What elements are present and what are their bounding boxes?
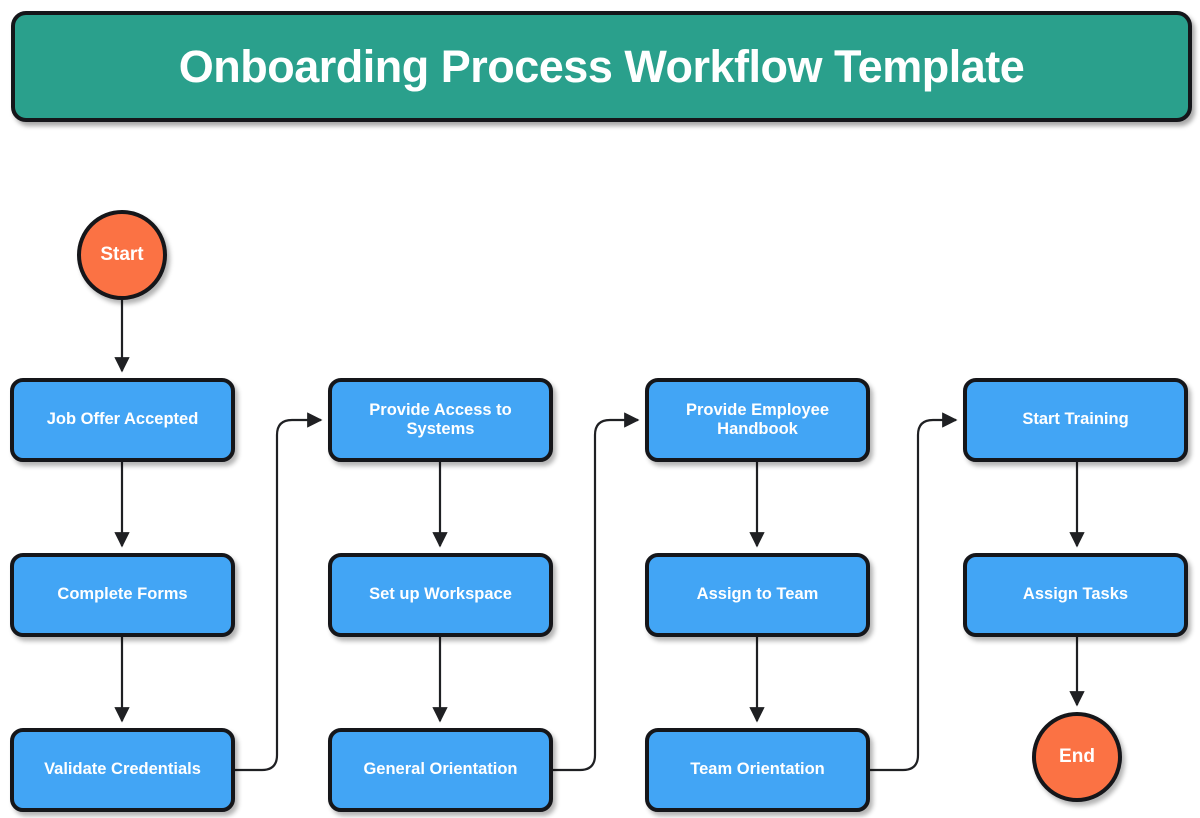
node-assign-to-team[interactable]: Assign to Team xyxy=(645,553,870,637)
edge-validate-credentials-to-provide-access xyxy=(235,412,323,772)
node-end-label: End xyxy=(1059,745,1095,767)
node-assign-tasks[interactable]: Assign Tasks xyxy=(963,553,1188,637)
node-start-training[interactable]: Start Training xyxy=(963,378,1188,462)
node-provide-access-to-systems-label: Provide Access to Systems xyxy=(369,400,512,438)
node-assign-to-team-label: Assign to Team xyxy=(696,585,819,604)
flowchart-canvas: Onboarding Process Workflow Template Sta… xyxy=(0,0,1200,818)
node-end[interactable]: End xyxy=(1032,712,1122,802)
node-provide-employee-handbook-label: Provide Employee Handbook xyxy=(685,400,830,438)
node-validate-credentials[interactable]: Validate Credentials xyxy=(10,728,235,812)
node-complete-forms-label: Complete Forms xyxy=(57,585,188,604)
node-set-up-workspace-label: Set up Workspace xyxy=(369,585,512,604)
edge-team-orientation-to-start-training xyxy=(870,412,958,772)
node-validate-credentials-label: Validate Credentials xyxy=(44,760,201,779)
node-start[interactable]: Start xyxy=(77,210,167,300)
node-team-orientation-label: Team Orientation xyxy=(690,760,825,779)
node-complete-forms[interactable]: Complete Forms xyxy=(10,553,235,637)
node-team-orientation[interactable]: Team Orientation xyxy=(645,728,870,812)
node-job-offer-accepted-label: Job Offer Accepted xyxy=(46,410,199,429)
node-provide-employee-handbook[interactable]: Provide Employee Handbook xyxy=(645,378,870,462)
node-set-up-workspace[interactable]: Set up Workspace xyxy=(328,553,553,637)
node-start-training-label: Start Training xyxy=(1022,410,1129,429)
node-general-orientation-label: General Orientation xyxy=(363,760,518,779)
node-assign-tasks-label: Assign Tasks xyxy=(1022,585,1129,604)
node-job-offer-accepted[interactable]: Job Offer Accepted xyxy=(10,378,235,462)
node-provide-access-to-systems[interactable]: Provide Access to Systems xyxy=(328,378,553,462)
node-general-orientation[interactable]: General Orientation xyxy=(328,728,553,812)
edge-general-orientation-to-provide-handbook xyxy=(553,412,640,772)
node-start-label: Start xyxy=(100,243,144,265)
